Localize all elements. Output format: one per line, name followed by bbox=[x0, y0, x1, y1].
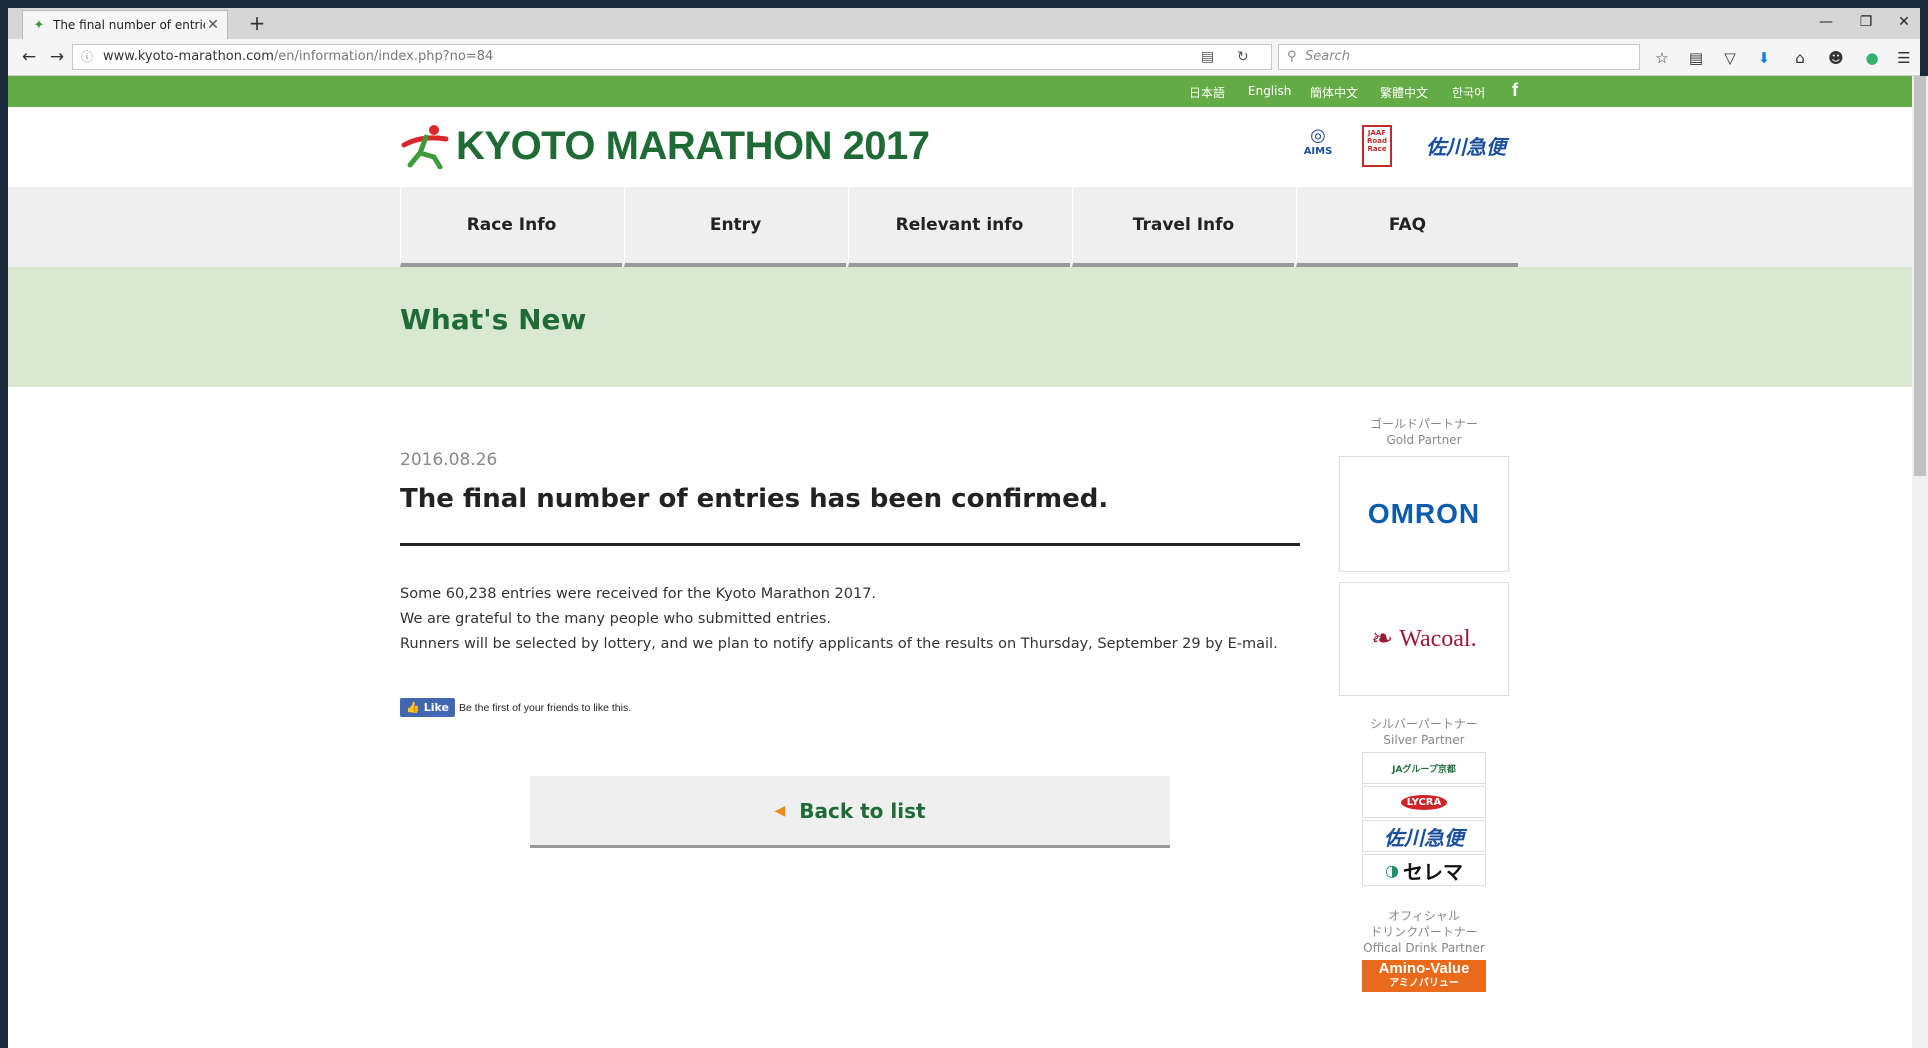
extension-icon[interactable]: ● bbox=[1860, 47, 1884, 69]
back-to-list-button[interactable]: ◀ Back to list bbox=[530, 776, 1170, 848]
nav-faq[interactable]: FAQ bbox=[1296, 187, 1518, 267]
new-tab-button[interactable]: + bbox=[244, 12, 270, 36]
language-strip: 日本語 English 簡体中文 繁體中文 한국어 f bbox=[8, 76, 1912, 107]
gold-partner-heading: Gold Partner bbox=[1386, 433, 1462, 447]
partner-sidebar: ゴールドパートナー Gold Partner OMRON ❧ Wacoal. シ… bbox=[1334, 416, 1514, 992]
lang-traditional-chinese[interactable]: 繁體中文 bbox=[1380, 84, 1428, 101]
tab-bar: ✦ The final number of entrie... ✕ + — ❐ … bbox=[8, 8, 1920, 39]
minimize-icon[interactable]: — bbox=[1806, 14, 1846, 30]
title-divider bbox=[400, 543, 1300, 546]
home-icon[interactable]: ⌂ bbox=[1788, 47, 1812, 69]
aims-text: AIMS bbox=[1303, 146, 1333, 157]
runner-logo-icon bbox=[401, 125, 449, 169]
wacoal-mark-icon: ❧ bbox=[1371, 624, 1394, 654]
url-domain: www.kyoto-marathon.com bbox=[103, 49, 274, 64]
scrollbar-thumb[interactable] bbox=[1914, 76, 1926, 476]
reader-view-icon[interactable]: ▤ bbox=[1201, 45, 1214, 69]
article-date: 2016.08.26 bbox=[400, 450, 498, 470]
nav-race-info[interactable]: Race Info bbox=[400, 187, 622, 267]
article-line: We are grateful to the many people who s… bbox=[400, 611, 831, 627]
silver-partner-heading: Silver Partner bbox=[1383, 733, 1465, 747]
cerema-logo[interactable]: ◑ セレマ bbox=[1362, 854, 1486, 886]
section-banner: What's New bbox=[8, 267, 1912, 387]
info-icon[interactable]: ⓘ bbox=[81, 45, 93, 69]
ja-group-logo[interactable]: JAグループ京都 bbox=[1362, 752, 1486, 784]
wacoal-text: Wacoal. bbox=[1399, 625, 1477, 652]
section-title: What's New bbox=[400, 303, 587, 336]
tab-close-icon[interactable]: ✕ bbox=[205, 17, 221, 33]
silver-partner-heading-jp: シルバーパートナー bbox=[1370, 717, 1478, 731]
triangle-left-icon: ◀ bbox=[774, 802, 786, 819]
tab-title: The final number of entrie... bbox=[53, 18, 205, 32]
back-to-list-label: Back to list bbox=[799, 798, 926, 823]
cerema-text: セレマ bbox=[1402, 859, 1463, 884]
article-line: Runners will be selected by lottery, and… bbox=[400, 636, 1278, 652]
like-text: Be the first of your friends to like thi… bbox=[458, 701, 632, 714]
forward-arrow-icon[interactable]: → bbox=[44, 45, 70, 69]
lang-japanese[interactable]: 日本語 bbox=[1189, 84, 1225, 101]
url-path: /en/information/index.php?no=84 bbox=[273, 49, 494, 64]
thumbs-up-icon: 👍 bbox=[406, 701, 420, 714]
url-bar[interactable]: ⓘ www.kyoto-marathon.com/en/information/… bbox=[72, 44, 1272, 70]
restore-icon[interactable]: ❐ bbox=[1846, 14, 1886, 30]
site-logo[interactable]: KYOTO MARATHON 2017 bbox=[400, 123, 930, 169]
bookmarks-library-icon[interactable]: ▤ bbox=[1684, 47, 1708, 69]
lang-korean[interactable]: 한국어 bbox=[1452, 84, 1485, 101]
browser-toolbar: ← → ⓘ www.kyoto-marathon.com/en/informat… bbox=[8, 39, 1920, 76]
omron-logo[interactable]: OMRON bbox=[1339, 456, 1509, 572]
wacoal-logo[interactable]: ❧ Wacoal. bbox=[1339, 582, 1509, 696]
lang-english[interactable]: English bbox=[1248, 84, 1291, 98]
amino-value-jp-text: アミノバリュー bbox=[1389, 978, 1459, 989]
nav-entry[interactable]: Entry bbox=[624, 187, 846, 267]
like-label: Like bbox=[423, 701, 449, 714]
jaaf-logo[interactable]: JAAF Road Race bbox=[1362, 125, 1392, 167]
drink-partner-heading: Offical Drink Partner bbox=[1363, 941, 1485, 955]
browser-tab[interactable]: ✦ The final number of entrie... ✕ bbox=[22, 10, 228, 39]
runner-favicon-icon: ✦ bbox=[33, 17, 45, 33]
url-text: www.kyoto-marathon.com/en/information/in… bbox=[103, 45, 493, 69]
nav-travel-info[interactable]: Travel Info bbox=[1072, 187, 1294, 267]
chat-icon[interactable]: ☻ bbox=[1824, 47, 1848, 69]
article-line: Some 60,238 entries were received for th… bbox=[400, 586, 877, 602]
drink-partner-heading-jp2: ドリンクパートナー bbox=[1370, 925, 1478, 939]
window-close-icon[interactable]: ✕ bbox=[1884, 14, 1924, 30]
amino-value-logo[interactable]: Amino-Value アミノバリュー bbox=[1362, 960, 1486, 992]
sagawa-silver-logo[interactable]: 佐川急便 bbox=[1362, 820, 1486, 852]
logo-text: KYOTO MARATHON 2017 bbox=[456, 123, 930, 168]
web-page: 日本語 English 簡体中文 繁體中文 한국어 f KYOTO MARATH… bbox=[8, 76, 1912, 1048]
facebook-like-button[interactable]: 👍 Like bbox=[400, 698, 455, 717]
drink-partner-heading-jp1: オフィシャル bbox=[1388, 909, 1460, 923]
nav-relevant-info[interactable]: Relevant info bbox=[848, 187, 1070, 267]
lycra-text: LYCRA bbox=[1400, 794, 1448, 810]
page-scrollbar[interactable] bbox=[1912, 76, 1928, 1048]
menu-hamburger-icon[interactable]: ☰ bbox=[1892, 47, 1916, 69]
search-placeholder: Search bbox=[1305, 49, 1350, 64]
article-body: Some 60,238 entries were received for th… bbox=[400, 582, 1300, 657]
pocket-icon[interactable]: ▽ bbox=[1718, 47, 1742, 69]
amino-value-text: Amino-Value bbox=[1378, 960, 1470, 977]
omron-text: OMRON bbox=[1367, 498, 1481, 529]
search-icon: ⚲ bbox=[1287, 49, 1297, 64]
back-arrow-icon[interactable]: ← bbox=[16, 45, 42, 69]
aims-logo[interactable]: ◎ AIMS bbox=[1296, 125, 1340, 167]
lycra-logo[interactable]: LYCRA bbox=[1362, 786, 1486, 818]
sagawa-logo[interactable]: 佐川急便 bbox=[1426, 131, 1506, 160]
reload-icon[interactable]: ↻ bbox=[1237, 45, 1249, 69]
site-header: KYOTO MARATHON 2017 ◎ AIMS JAAF Road Rac… bbox=[8, 107, 1912, 187]
facebook-icon[interactable]: f bbox=[1512, 80, 1518, 101]
download-icon[interactable]: ⬇ bbox=[1752, 47, 1776, 69]
cerema-mark-icon: ◑ bbox=[1385, 860, 1399, 880]
article-title: The final number of entries has been con… bbox=[400, 484, 1109, 514]
facebook-like-widget: 👍 Like Be the first of your friends to l… bbox=[400, 698, 631, 717]
lang-simplified-chinese[interactable]: 簡体中文 bbox=[1310, 84, 1358, 101]
globe-icon: ◎ bbox=[1310, 125, 1326, 146]
bookmark-star-icon[interactable]: ☆ bbox=[1650, 47, 1674, 69]
main-nav: Race Info Entry Relevant info Travel Inf… bbox=[8, 187, 1912, 267]
gold-partner-heading-jp: ゴールドパートナー bbox=[1369, 417, 1478, 431]
search-input[interactable]: ⚲ Search bbox=[1278, 44, 1640, 70]
